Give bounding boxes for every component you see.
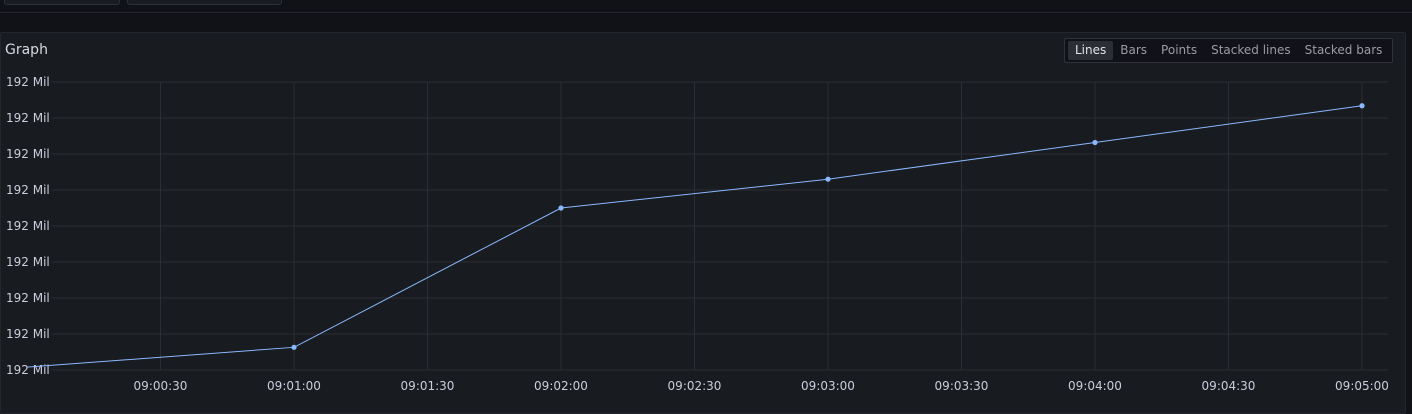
x-tick-label: 09:01:00 [267,379,321,393]
y-tick-label: 192 Mil [6,147,50,161]
data-point [291,344,297,350]
x-tick-label: 09:00:30 [134,379,188,393]
y-tick-label: 192 Mil [6,111,50,125]
y-tick-label: 192 Mil [6,255,50,269]
x-tick-label: 09:01:30 [401,379,455,393]
x-tick-label: 09:02:00 [534,379,588,393]
line-chart: 192 Mil 192 Mil 192 Mil 192 Mil 192 Mil 192 M… [6,75,1389,393]
data-point [1359,103,1365,109]
data-point [558,205,564,211]
x-tick-label: 09:04:30 [1202,379,1256,393]
y-tick-label: 192 Mil [6,183,50,197]
y-tick-label: 192 Mil [6,219,50,233]
x-tick-label: 09:03:30 [935,379,989,393]
data-point [1092,139,1098,146]
x-tick-label: 09:04:00 [1068,379,1122,393]
x-tick-label: 09:05:00 [1335,379,1389,393]
y-tick-label: 192 Mil [6,291,50,305]
y-tick-label: 192 Mil [6,327,50,341]
y-tick-label: 192 Mil [6,75,50,89]
data-point [825,176,831,182]
x-tick-label: 09:02:30 [668,379,722,393]
y-tick-label: 192 Mil [6,363,50,377]
x-tick-label: 09:03:00 [801,379,855,393]
